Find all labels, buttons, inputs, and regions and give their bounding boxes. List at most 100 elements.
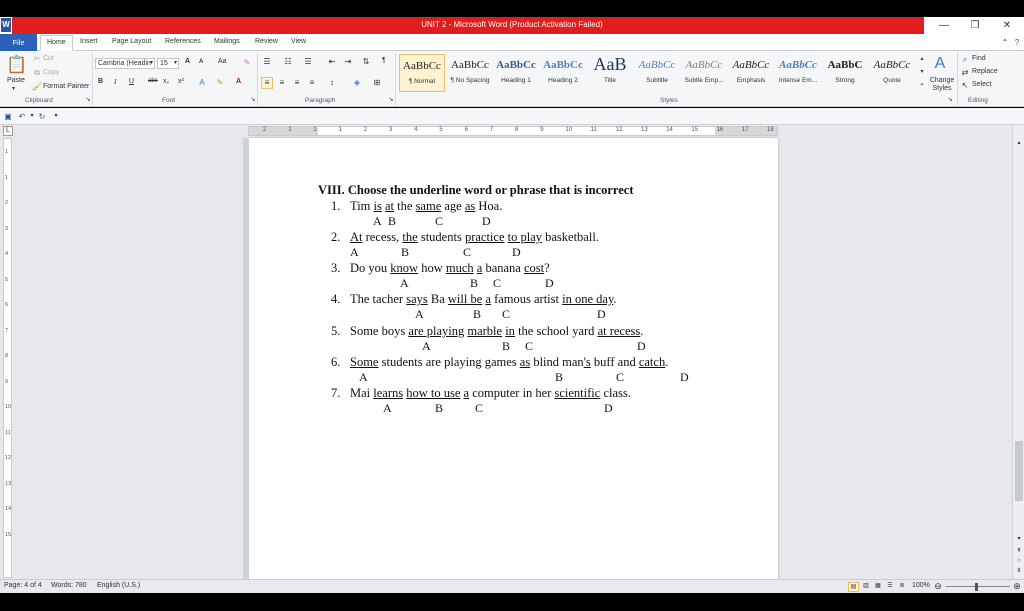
increase-indent-icon[interactable]: ⇥ [343,57,353,66]
format-painter-icon[interactable]: 🖌 [32,82,42,91]
copy-button[interactable]: Copy [43,69,59,76]
cut-icon[interactable]: ✂ [32,54,42,63]
repeat-icon[interactable]: ↻ [37,112,47,121]
style-subtle-emphasis[interactable]: AaBbCc Subtle Emp... [681,54,727,92]
font-name-dropdown-icon[interactable]: ▾ [150,59,153,66]
select-browse-object-icon[interactable]: ○ [1014,557,1024,566]
tab-references[interactable]: References [165,38,201,45]
tab-insert[interactable]: Insert [80,38,98,45]
tab-file[interactable]: File [0,34,37,51]
style-intense-emphasis[interactable]: AaBbCc Intense Em... [775,54,821,92]
minimize-ribbon-icon[interactable]: ⌃ [1000,38,1010,47]
tab-view[interactable]: View [291,38,306,45]
language-status[interactable]: English (U.S.) [97,582,140,589]
previous-page-icon[interactable]: ⇞ [1014,547,1024,556]
style-strong[interactable]: AaBbC Strong [822,54,868,92]
change-case-button[interactable]: Aa [218,58,227,65]
font-size-dropdown-icon[interactable]: ▾ [174,59,177,66]
align-right-icon[interactable]: ≡ [292,78,302,87]
styles-scroll-up-icon[interactable]: ▴ [917,55,927,64]
select-icon[interactable]: ↖ [960,81,970,90]
style-heading-1[interactable]: AaBbCc Heading 1 [493,54,539,92]
numbering-icon[interactable]: ☷ [283,57,293,66]
show-formatting-button[interactable]: ¶ [382,57,386,64]
zoom-slider-thumb[interactable] [975,583,978,591]
style-quote[interactable]: AaBbCc Quote [869,54,915,92]
cut-button[interactable]: Cut [43,55,54,62]
italic-button[interactable]: I [114,78,116,86]
select-button[interactable]: Select [972,81,991,88]
help-icon[interactable]: ? [1012,38,1022,47]
replace-button[interactable]: Replace [972,68,998,75]
clear-formatting-icon[interactable]: ✎ [242,58,252,67]
find-button[interactable]: Find [972,55,986,62]
font-name-select[interactable]: Cambria (Headin [95,58,155,69]
print-layout-icon[interactable]: ▤ [848,582,859,592]
page-count[interactable]: Page: 4 of 4 [4,582,42,589]
vertical-ruler[interactable]: 1 1 2 3 4 5 6 7 8 9 10 11 12 13 14 15 [3,138,12,578]
next-page-icon[interactable]: ⇟ [1014,567,1024,576]
styles-launcher-icon[interactable]: ↘ [945,96,955,105]
styles-more-icon[interactable]: ⩡ [917,81,927,90]
superscript-button[interactable]: x² [178,78,184,85]
multilevel-list-icon[interactable]: ☰ [303,57,313,66]
horizontal-ruler[interactable]: 2 1 1 1 2 3 4 5 6 7 8 9 10 11 12 13 14 15 16 17 18 [248,126,778,136]
bullets-icon[interactable]: ☰ [262,57,272,66]
word-count[interactable]: Words: 780 [51,582,87,589]
line-spacing-icon[interactable]: ↕ [327,78,337,87]
align-center-icon[interactable]: ≡ [277,78,287,87]
sort-icon[interactable]: ⇅ [361,57,371,66]
zoom-in-icon[interactable]: ⊕ [1012,582,1022,591]
decrease-indent-icon[interactable]: ⇤ [327,57,337,66]
customize-toolbar-icon[interactable]: ▾ [51,112,61,121]
outline-icon[interactable]: ☰ [885,582,895,591]
shrink-font-button[interactable]: A [199,59,203,65]
subscript-button[interactable]: x₂ [163,78,169,85]
style-title[interactable]: AaB Title [587,54,633,92]
restore-icon[interactable]: ❐ [964,19,986,33]
shading-icon[interactable]: ◈ [352,78,362,87]
full-screen-reading-icon[interactable]: ▥ [861,582,871,591]
zoom-out-icon[interactable]: ⊖ [933,582,943,591]
text-effects-icon[interactable]: A [197,78,207,87]
styles-scroll-down-icon[interactable]: ▾ [917,68,927,77]
style-subtitle[interactable]: AaBbCc Subtitle [634,54,680,92]
font-color-button[interactable]: A [236,78,241,85]
vertical-scrollbar[interactable]: ▴ ▾ ⇞ ○ ⇟ [1012,125,1024,579]
zoom-slider[interactable] [946,586,1010,587]
highlight-icon[interactable]: ✎ [215,78,225,87]
paste-dropdown-icon[interactable]: ▾ [12,85,15,92]
paste-button[interactable]: Paste [7,77,25,84]
change-styles-icon[interactable]: A [930,55,950,73]
close-icon[interactable]: ✕ [996,19,1018,33]
underline-button[interactable]: U [129,78,134,85]
paste-icon[interactable]: 📋 [6,54,27,76]
style-normal[interactable]: AaBbCc ¶ Normal [399,54,445,92]
borders-icon[interactable]: ⊞ [372,78,382,87]
justify-icon[interactable]: ≡ [307,78,317,87]
align-left-icon[interactable]: ≡ [261,77,273,89]
zoom-level[interactable]: 100% [912,582,930,589]
replace-icon[interactable]: ⇄ [960,68,970,77]
style-no-spacing[interactable]: AaBbCc ¶ No Spacing [447,54,493,92]
format-painter-button[interactable]: Format Painter [43,83,89,90]
save-icon[interactable]: ▣ [3,112,13,121]
find-icon[interactable]: ⌕ [960,55,970,64]
web-layout-icon[interactable]: ▦ [873,582,883,591]
style-emphasis[interactable]: AaBbCc Emphasis [728,54,774,92]
scroll-up-icon[interactable]: ▴ [1014,139,1024,148]
document-page[interactable]: VIII. Choose the underline word or phras… [243,138,778,579]
tab-page-layout[interactable]: Page Layout [112,38,151,45]
draft-icon[interactable]: ≣ [897,582,907,591]
tab-selector-icon[interactable]: L [3,126,13,136]
minimize-icon[interactable]: — [933,19,955,33]
scroll-down-icon[interactable]: ▾ [1014,535,1024,544]
tab-home[interactable]: Home [40,35,73,51]
change-styles-button[interactable]: Change Styles [927,77,957,93]
style-heading-2[interactable]: AaBbCc Heading 2 [540,54,586,92]
scroll-thumb[interactable] [1015,441,1023,501]
strikethrough-button[interactable]: abc [148,78,158,84]
tab-mailings[interactable]: Mailings [214,38,240,45]
copy-icon[interactable]: ⧉ [32,68,42,77]
grow-font-button[interactable]: A [185,58,190,65]
